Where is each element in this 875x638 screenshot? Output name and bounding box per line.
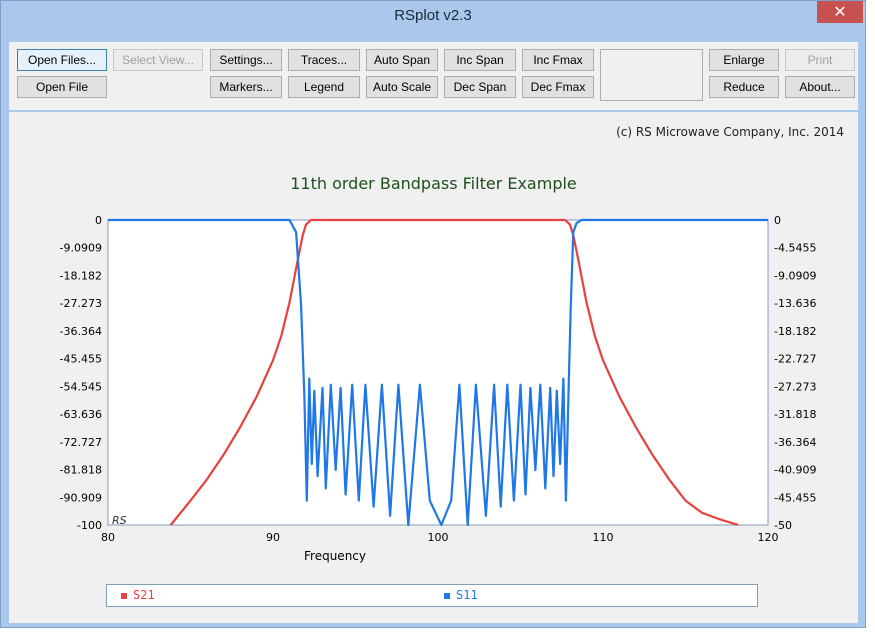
legend-swatch-s21 bbox=[121, 592, 127, 599]
x-tick: 110 bbox=[593, 531, 614, 544]
y-tick-left: -54.545 bbox=[60, 380, 102, 393]
y-tick-left: 0 bbox=[95, 214, 102, 227]
inc-span-button[interactable]: Inc Span bbox=[444, 49, 516, 71]
y-tick-right: -45.455 bbox=[774, 491, 816, 504]
plot-area: (c) RS Microwave Company, Inc. 2014 11th… bbox=[9, 112, 858, 623]
x-tick: 100 bbox=[428, 531, 449, 544]
y-tick-left: -36.364 bbox=[60, 325, 102, 338]
legend-item-s11: S11 bbox=[444, 588, 478, 602]
legend-item-s21: S21 bbox=[121, 588, 155, 602]
app-window: RSplot v2.3 ✕ Open Files... Select View.… bbox=[0, 0, 866, 628]
y-tick-left: -100 bbox=[77, 519, 102, 532]
y-tick-right: -40.909 bbox=[774, 464, 816, 477]
blank-panel bbox=[600, 49, 703, 101]
y-tick-right: -22.727 bbox=[774, 353, 816, 366]
y-tick-left: -63.636 bbox=[60, 408, 102, 421]
inc-fmax-button[interactable]: Inc Fmax bbox=[522, 49, 594, 71]
title-bar[interactable]: RSplot v2.3 ✕ bbox=[1, 1, 865, 33]
y-tick-right: -36.364 bbox=[774, 436, 816, 449]
y-tick-left: -72.727 bbox=[60, 436, 102, 449]
y-tick-left: -45.455 bbox=[60, 353, 102, 366]
markers-button[interactable]: Markers... bbox=[210, 76, 282, 98]
select-view-button[interactable]: Select View... bbox=[113, 49, 203, 71]
rs-watermark: RS bbox=[112, 514, 127, 527]
reduce-button[interactable]: Reduce bbox=[709, 76, 779, 98]
y-tick-right: 0 bbox=[774, 214, 781, 227]
y-tick-left: -90.909 bbox=[60, 491, 102, 504]
y-tick-right: -27.273 bbox=[774, 380, 816, 393]
dec-fmax-button[interactable]: Dec Fmax bbox=[522, 76, 594, 98]
toolbar: Open Files... Select View... Settings...… bbox=[9, 42, 858, 110]
auto-scale-button[interactable]: Auto Scale bbox=[366, 76, 438, 98]
print-button[interactable]: Print bbox=[785, 49, 855, 71]
close-button[interactable]: ✕ bbox=[817, 1, 863, 23]
chart-svg: 0 -9.0909 -18.182 -27.273 -36.364 -45.455 -54.… bbox=[60, 214, 817, 563]
legend-label-s11: S11 bbox=[456, 588, 478, 602]
dec-span-button[interactable]: Dec Span bbox=[444, 76, 516, 98]
y-tick-left: -9.0909 bbox=[60, 242, 102, 255]
window-title: RSplot v2.3 bbox=[394, 7, 472, 24]
x-tick: 120 bbox=[758, 531, 779, 544]
y-tick-right: -9.0909 bbox=[774, 269, 816, 282]
y-tick-right: -31.818 bbox=[774, 408, 816, 421]
settings-button[interactable]: Settings... bbox=[210, 49, 282, 71]
legend-label-s21: S21 bbox=[133, 588, 155, 602]
legend-button[interactable]: Legend bbox=[288, 76, 360, 98]
y-tick-left: -18.182 bbox=[60, 269, 102, 282]
traces-button[interactable]: Traces... bbox=[288, 49, 360, 71]
y-tick-right: -13.636 bbox=[774, 297, 816, 310]
x-tick: 90 bbox=[266, 531, 280, 544]
legend-swatch-s11 bbox=[444, 592, 450, 599]
open-files-button[interactable]: Open Files... bbox=[17, 49, 107, 71]
enlarge-button[interactable]: Enlarge bbox=[709, 49, 779, 71]
x-tick: 80 bbox=[101, 531, 115, 544]
x-axis-label: Frequency bbox=[304, 549, 366, 563]
y-tick-right: -4.5455 bbox=[774, 242, 816, 255]
about-button[interactable]: About... bbox=[785, 76, 855, 98]
auto-span-button[interactable]: Auto Span bbox=[366, 49, 438, 71]
open-file-button[interactable]: Open File bbox=[17, 76, 107, 98]
legend-box[interactable]: S21 S11 bbox=[106, 584, 758, 607]
y-tick-right: -18.182 bbox=[774, 325, 816, 338]
y-tick-left: -81.818 bbox=[60, 464, 102, 477]
y-tick-left: -27.273 bbox=[60, 297, 102, 310]
